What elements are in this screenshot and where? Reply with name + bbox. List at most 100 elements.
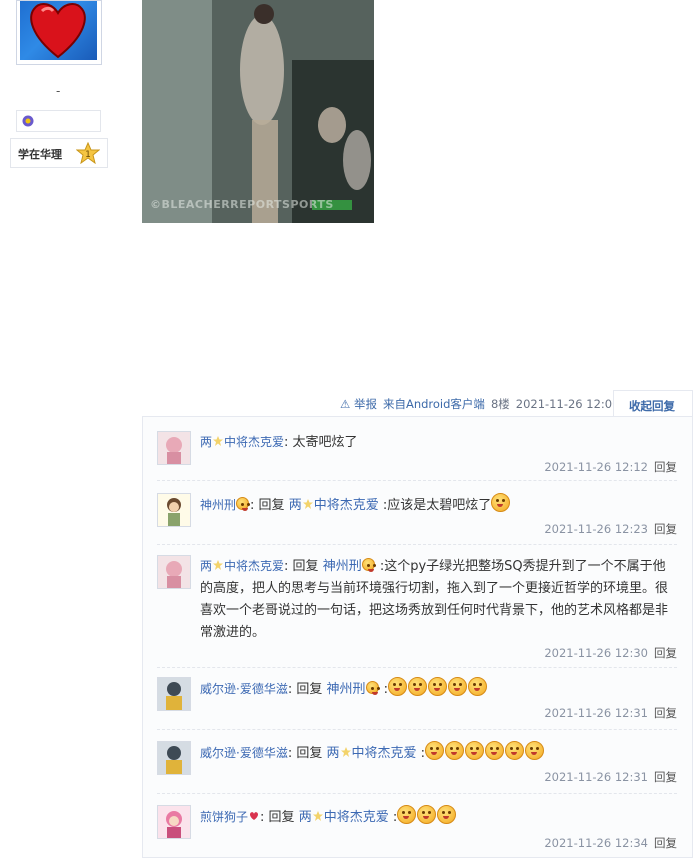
reply-meta: 2021-11-26 12:31 回复: [544, 705, 677, 721]
reply-target-user[interactable]: 神州刑: [323, 559, 362, 574]
collapse-replies-tab[interactable]: 收起回复: [613, 390, 693, 417]
level-box: [16, 110, 101, 132]
reply-target-suffix[interactable]: 中将杰克爱: [314, 498, 379, 513]
reply-item: 两中将杰克爱: 太寄吧炫了 2021-11-26 12:12 回复: [157, 431, 677, 481]
reply-item: 煎饼狗子: 回复 两中将杰克爱 : 2021-11-26 12:34 回复: [157, 805, 677, 855]
author-avatar[interactable]: [16, 0, 102, 65]
reply-content: 威尔逊·爱德华滋: 回复 两中将杰克爱 :: [200, 741, 678, 765]
reply-content: 两中将杰克爱: 太寄吧炫了: [200, 431, 678, 454]
reply-list: 两中将杰克爱: 太寄吧炫了 2021-11-26 12:12 回复 神州刑: 回复…: [142, 416, 693, 858]
post-time: 2021-11-26 12:06: [515, 397, 620, 411]
reply-meta: 2021-11-26 12:30 回复: [544, 645, 677, 661]
reply-divider: [157, 729, 677, 730]
reply-button[interactable]: 回复: [654, 522, 677, 536]
reply-avatar[interactable]: [157, 555, 191, 589]
reply-username[interactable]: 两: [200, 559, 212, 573]
report-link[interactable]: ⚠ 举报: [340, 397, 377, 411]
reply-time: 2021-11-26 12:12: [544, 460, 648, 474]
reply-text: :: [379, 682, 389, 697]
shocked-emoji-icon: [468, 677, 488, 696]
post-gif-image[interactable]: ©BLEACHERREPORTSPORTS: [142, 0, 374, 223]
reply-divider: [157, 793, 677, 794]
reply-separator: :: [250, 498, 259, 513]
reply-prefix: 回复: [296, 746, 323, 761]
reply-button[interactable]: 回复: [654, 836, 677, 850]
reply-target-user[interactable]: 神州刑: [327, 682, 366, 697]
member-badge-label: 学在华理: [18, 148, 62, 161]
heart-badge-icon: [250, 812, 259, 820]
reply-button[interactable]: 回复: [654, 770, 677, 784]
reply-prefix: 回复: [296, 682, 323, 697]
reply-avatar[interactable]: [157, 493, 191, 527]
shocked-emoji-icon: [425, 741, 445, 760]
reply-text: :: [388, 810, 398, 825]
reply-content: 神州刑: 回复 两中将杰克爱 :应该是太碧吧炫了: [200, 493, 678, 517]
reply-prefix: 回复: [268, 810, 295, 825]
author-username[interactable]: -: [56, 84, 60, 98]
reply-button[interactable]: 回复: [654, 460, 677, 474]
reply-username[interactable]: 威尔逊·爱德华滋: [200, 682, 288, 696]
reply-item: 威尔逊·爱德华滋: 回复 神州刑 : 2021-11-26 12:31 回复: [157, 677, 677, 727]
source-link[interactable]: 来自Android客户端: [383, 397, 485, 411]
star-rank-icon: [213, 436, 224, 446]
reply-target-user[interactable]: 两: [327, 746, 340, 761]
star-rank-icon: [213, 560, 224, 570]
member-badge[interactable]: 学在华理 1: [10, 138, 108, 168]
reply-avatar[interactable]: [157, 431, 191, 465]
reply-username[interactable]: 神州刑: [200, 498, 236, 512]
reply-target-suffix[interactable]: 中将杰克爱: [324, 810, 389, 825]
star-rank-icon: [302, 499, 313, 509]
reply-username[interactable]: 煎饼狗子: [200, 810, 248, 824]
shocked-emoji-icon: [408, 677, 428, 696]
small-face-icon: [361, 558, 375, 572]
small-face-icon: [236, 497, 250, 511]
shocked-emoji-icon: [388, 677, 408, 696]
reply-target-user[interactable]: 两: [299, 810, 312, 825]
reply-avatar[interactable]: [157, 677, 191, 711]
reply-separator: :: [284, 435, 293, 450]
reply-prefix: 回复: [258, 498, 285, 513]
reply-item: 神州刑: 回复 两中将杰克爱 :应该是太碧吧炫了 2021-11-26 12:2…: [157, 493, 677, 543]
image-watermark: ©BLEACHERREPORTSPORTS: [150, 198, 334, 211]
reply-username[interactable]: 威尔逊·爱德华滋: [200, 746, 288, 760]
reply-content: 煎饼狗子: 回复 两中将杰克爱 :: [200, 805, 678, 829]
level-flower-icon: [21, 113, 35, 132]
shocked-emoji-icon: [417, 805, 437, 824]
reply-meta: 2021-11-26 12:23 回复: [544, 521, 677, 537]
reply-text: :应该是太碧吧炫了: [378, 498, 492, 513]
reply-text: 太寄吧炫了: [292, 435, 358, 450]
reply-meta: 2021-11-26 12:31 回复: [544, 769, 677, 785]
reply-avatar[interactable]: [157, 805, 191, 839]
small-face-icon: [365, 681, 379, 695]
reply-button[interactable]: 回复: [654, 646, 677, 660]
reply-avatar[interactable]: [157, 741, 191, 775]
reply-target-user[interactable]: 两: [289, 498, 302, 513]
reply-text: :: [416, 746, 426, 761]
star-medal-icon: 1: [75, 141, 101, 168]
reply-meta: 2021-11-26 12:12 回复: [544, 459, 677, 475]
shocked-emoji-icon: [448, 677, 468, 696]
collapse-replies-link[interactable]: 收起回复: [629, 398, 675, 414]
reply-prefix: 回复: [292, 559, 319, 574]
reply-divider: [157, 667, 677, 668]
reply-meta: 2021-11-26 12:34 回复: [544, 835, 677, 851]
shocked-emoji-icon: [505, 741, 525, 760]
reply-username[interactable]: 两: [200, 435, 212, 449]
reply-time: 2021-11-26 12:31: [544, 770, 648, 784]
reply-username-suffix[interactable]: 中将杰克爱: [224, 559, 284, 573]
reply-separator: :: [284, 559, 293, 574]
reply-divider: [157, 544, 677, 545]
tongue-emoji-icon: [491, 493, 511, 512]
reply-button[interactable]: 回复: [654, 706, 677, 720]
heart-avatar-image: [20, 1, 97, 60]
star-rank-icon: [340, 747, 351, 757]
reply-time: 2021-11-26 12:23: [544, 522, 648, 536]
reply-username-suffix[interactable]: 中将杰克爱: [224, 435, 284, 449]
reply-content: 威尔逊·爱德华滋: 回复 神州刑 :: [200, 677, 678, 701]
reply-target-suffix[interactable]: 中将杰克爱: [352, 746, 417, 761]
shocked-emoji-icon: [465, 741, 485, 760]
reply-time: 2021-11-26 12:31: [544, 706, 648, 720]
reply-item: 两中将杰克爱: 回复 神州刑 :这个py子绿光把整场SQ秀提升到了一个不属于他的…: [157, 555, 677, 665]
floor-number: 8楼: [490, 397, 510, 411]
shocked-emoji-icon: [437, 805, 457, 824]
